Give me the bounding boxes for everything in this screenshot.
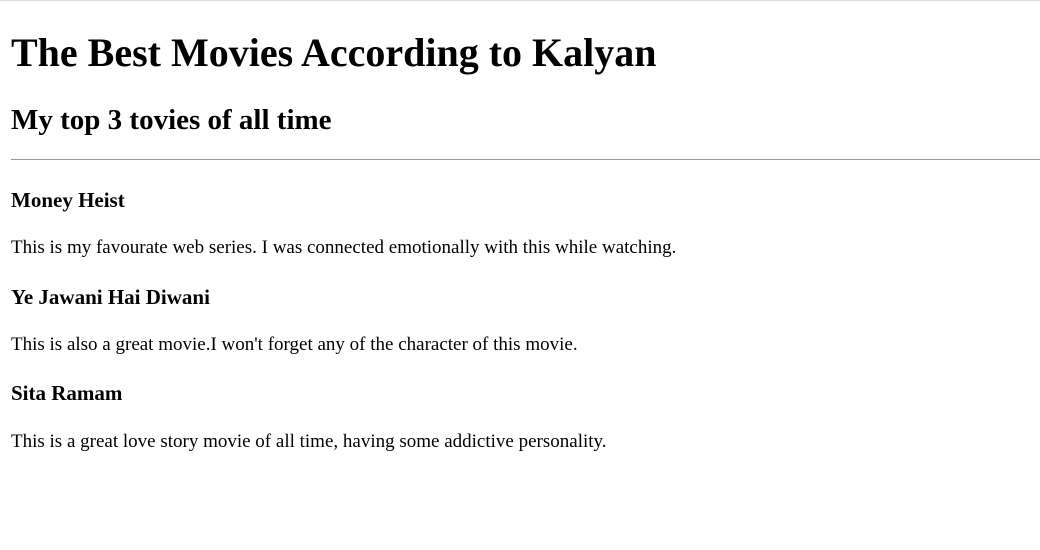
movie-description: This is my favourate web series. I was c…	[11, 237, 677, 258]
movie-title: Money Heist	[11, 188, 125, 212]
section-divider	[11, 159, 1040, 160]
movie-description: This is also a great movie.I won't forge…	[11, 334, 578, 355]
page-subtitle: My top 3 tovies of all time	[11, 104, 332, 136]
movie-title: Ye Jawani Hai Diwani	[11, 285, 210, 309]
movie-title: Sita Ramam	[11, 381, 123, 405]
movie-description: This is a great love story movie of all …	[11, 431, 607, 452]
page-title: The Best Movies According to Kalyan	[11, 30, 657, 75]
